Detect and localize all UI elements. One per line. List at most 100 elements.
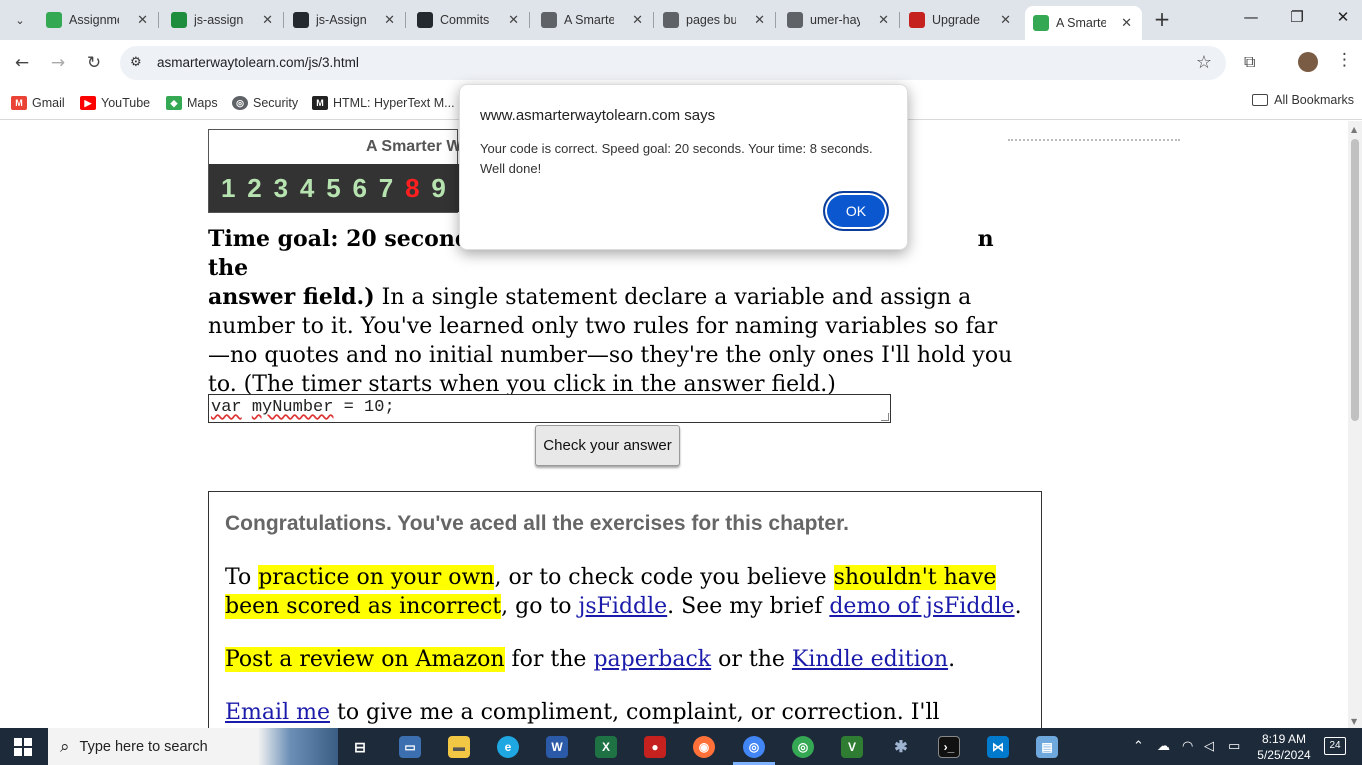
exercise-number-link[interactable]: 4 (300, 173, 326, 204)
word-icon[interactable]: W (546, 736, 568, 758)
exercise-number-link[interactable]: 3 (274, 173, 300, 204)
kindle-link[interactable]: Kindle edition (792, 647, 948, 672)
bookmark-maps[interactable]: ◆ Maps (166, 93, 218, 113)
app-icon[interactable]: ▭ (399, 736, 421, 758)
scroll-up-icon[interactable]: ▲ (1351, 125, 1357, 134)
browser-tab[interactable]: Upgrade t ✕ (901, 6, 1021, 34)
bookmark-gmail[interactable]: M Gmail (11, 93, 65, 113)
congrats-box: Congratulations. You've aced all the exe… (208, 491, 1042, 728)
volume-icon[interactable]: ◁ (1204, 728, 1214, 765)
tab-separator (899, 12, 900, 28)
all-bookmarks-button[interactable]: All Bookmarks (1252, 93, 1354, 107)
globe-icon (787, 12, 803, 28)
terminal-icon[interactable]: ›_ (938, 736, 960, 758)
gmail-icon: M (11, 96, 27, 110)
edge-icon[interactable]: e (497, 736, 519, 758)
exercise-number-link[interactable]: 7 (379, 173, 405, 204)
tray-chevron-icon[interactable]: ⌃ (1133, 728, 1144, 765)
close-tab-icon[interactable]: ✕ (632, 13, 643, 28)
github-icon (417, 12, 433, 28)
bug-icon[interactable]: ✱ (890, 736, 912, 758)
answer-field[interactable]: var myNumber = 10; (208, 394, 891, 423)
banner-title: A Smarter W (366, 138, 462, 155)
close-tab-icon[interactable]: ✕ (1121, 16, 1132, 31)
extensions-icon[interactable]: ⧉ (1244, 52, 1255, 72)
tab-separator (775, 12, 776, 28)
browser-tab[interactable]: pages buil ✕ (655, 6, 776, 34)
close-tab-icon[interactable]: ✕ (262, 13, 273, 28)
taskbar-search[interactable]: ⌕ Type here to search (48, 728, 338, 765)
back-button[interactable]: ← (11, 52, 33, 74)
browser-tab[interactable]: Assignme ✕ (38, 6, 159, 34)
windows-start-icon[interactable] (14, 738, 32, 756)
exercise-number-link[interactable]: 5 (326, 173, 352, 204)
text: for the (504, 647, 594, 672)
chrome-profile-icon[interactable]: ◎ (792, 736, 814, 758)
close-tab-icon[interactable]: ✕ (384, 13, 395, 28)
chrome-icon[interactable]: ◎ (743, 736, 765, 758)
browser-tab[interactable]: umer-hay ✕ (779, 6, 900, 34)
tab-search-icon[interactable]: ⌄ (8, 8, 32, 32)
paperback-link[interactable]: paperback (593, 647, 711, 672)
browser-tab[interactable]: js-assignr ✕ (163, 6, 284, 34)
email-link[interactable]: Email me (225, 700, 330, 725)
bookmark-star-icon[interactable]: ☆ (1196, 52, 1212, 73)
bookmark-youtube[interactable]: ▶ YouTube (80, 93, 150, 113)
tab-title: js-Assignr (316, 13, 366, 27)
firefox-icon[interactable]: ◉ (693, 736, 715, 758)
battery-icon[interactable]: ▭ (1228, 728, 1240, 765)
exercise-number-link[interactable]: 8 (405, 173, 431, 204)
restore-icon[interactable]: ❐ (1285, 8, 1309, 26)
browser-tab[interactable]: A Smarter ✕ (1025, 6, 1142, 40)
scroll-down-icon[interactable]: ▼ (1351, 717, 1357, 726)
tab-title: Assignme (69, 13, 119, 27)
app-v-icon[interactable]: V (841, 736, 863, 758)
jsfiddle-demo-link[interactable]: demo of jsFiddle (829, 594, 1014, 619)
jsfiddle-link[interactable]: jsFiddle (579, 594, 668, 619)
omnibox[interactable]: ⚙ asmarterwaytolearn.com/js/3.html ☆ (120, 46, 1226, 80)
excel-icon[interactable]: X (595, 736, 617, 758)
close-window-icon[interactable]: ✕ (1331, 8, 1355, 26)
bookmark-html[interactable]: M HTML: HyperText M... (312, 93, 455, 113)
notepad-icon[interactable]: ▤ (1036, 736, 1058, 758)
reload-button[interactable]: ↻ (83, 52, 105, 74)
check-answer-button[interactable]: Check your answer (535, 425, 680, 466)
exercise-number-link[interactable]: 6 (352, 173, 378, 204)
close-tab-icon[interactable]: ✕ (508, 13, 519, 28)
tab-title: js-assignr (194, 13, 244, 27)
browser-tab[interactable]: Commits ✕ (409, 6, 530, 34)
exercise-number-link[interactable]: 2 (247, 173, 273, 204)
vscode-icon[interactable]: ⋈ (987, 736, 1009, 758)
answer-token (242, 398, 252, 417)
browser-tab[interactable]: js-Assignr ✕ (285, 6, 406, 34)
resize-handle-icon[interactable] (881, 413, 889, 421)
bookmark-security[interactable]: ◎ Security (232, 93, 298, 113)
url-text[interactable]: asmarterwaytolearn.com/js/3.html (157, 55, 359, 70)
highlight-text: practice on your own (258, 565, 495, 590)
forward-button[interactable]: → (47, 52, 69, 74)
time-goal-label: Time goal: 20 seconds (208, 226, 483, 252)
close-tab-icon[interactable]: ✕ (137, 13, 148, 28)
wifi-icon[interactable]: ◠ (1182, 728, 1193, 765)
site-info-icon[interactable]: ⚙ (130, 55, 142, 70)
file-explorer-icon[interactable]: ▬ (448, 736, 470, 758)
browser-tab[interactable]: A Smarter ✕ (533, 6, 654, 34)
close-tab-icon[interactable]: ✕ (754, 13, 765, 28)
scroll-thumb[interactable] (1351, 139, 1359, 421)
taskbar-clock[interactable]: 8:19 AM 5/25/2024 (1256, 731, 1312, 763)
close-tab-icon[interactable]: ✕ (878, 13, 889, 28)
page-scrollbar[interactable]: ▲ ▼ (1348, 121, 1362, 728)
minimize-icon[interactable]: — (1239, 8, 1263, 26)
new-tab-button[interactable]: + (1150, 8, 1174, 32)
menu-kebab-icon[interactable]: ⋮ (1336, 50, 1353, 70)
profile-avatar[interactable] (1298, 52, 1318, 72)
answer-token: var (211, 398, 242, 417)
exercise-number-link[interactable]: 9 (431, 173, 457, 204)
task-view-icon[interactable]: ⊟ (349, 736, 371, 758)
close-tab-icon[interactable]: ✕ (1000, 13, 1011, 28)
onedrive-icon[interactable]: ☁ (1157, 728, 1170, 765)
exercise-number-link[interactable]: 1 (221, 173, 247, 204)
alert-ok-button[interactable]: OK (823, 191, 889, 231)
recorder-icon[interactable]: ● (644, 736, 666, 758)
notification-badge[interactable]: 24 (1324, 737, 1346, 755)
